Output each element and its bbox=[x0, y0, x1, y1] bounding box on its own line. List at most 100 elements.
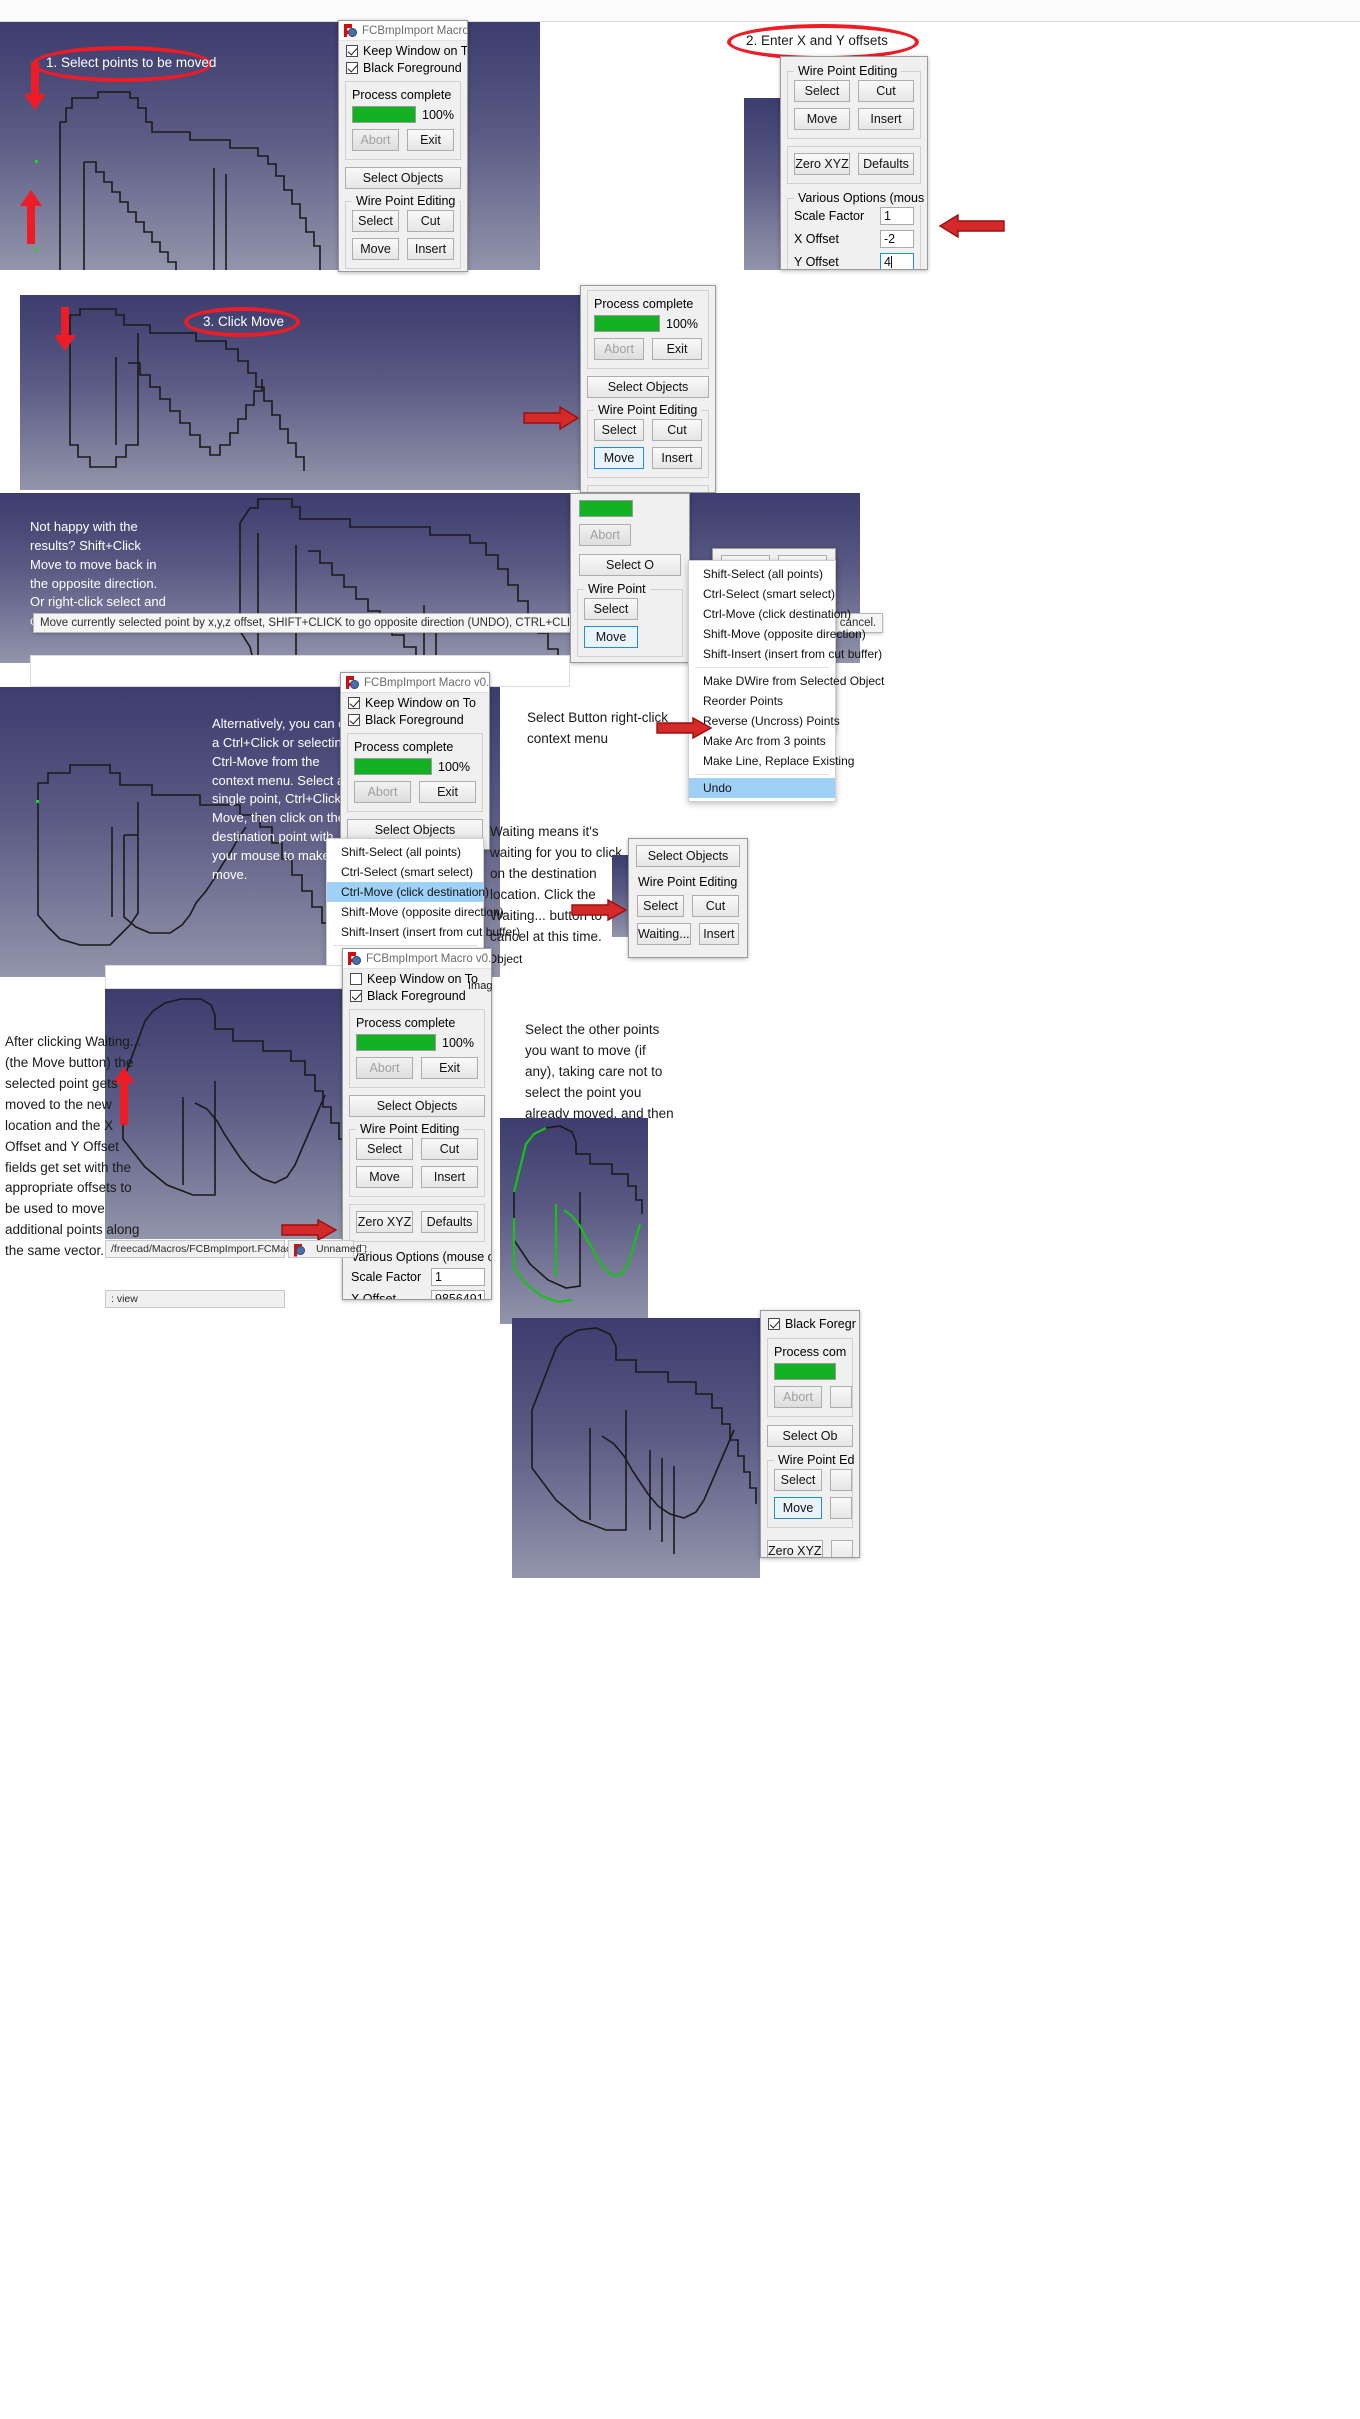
defaults-button[interactable] bbox=[830, 1540, 853, 1557]
move-button[interactable]: Move bbox=[584, 626, 638, 648]
context-menu-item[interactable]: Shift-Insert (insert from cut buffer) bbox=[327, 922, 520, 942]
viewport-step6[interactable] bbox=[105, 989, 375, 1239]
cut-button[interactable]: Cut bbox=[692, 895, 739, 917]
insert-button[interactable]: Insert bbox=[858, 108, 914, 130]
exit-button[interactable]: Exit bbox=[652, 338, 702, 360]
insert-button[interactable] bbox=[830, 1497, 852, 1519]
select-button[interactable]: Select bbox=[794, 80, 850, 102]
keep-window-on-top-checkbox[interactable]: Keep Window on To bbox=[346, 44, 467, 58]
x-offset-input[interactable]: -2 bbox=[880, 230, 914, 248]
exit-button[interactable]: Exit bbox=[421, 1057, 478, 1079]
select-button[interactable]: Select bbox=[594, 419, 644, 441]
process-status-label: Process com bbox=[774, 1345, 847, 1359]
macro-window-step3[interactable]: Process complete 100% Abort Exit Select … bbox=[580, 285, 716, 493]
insert-button[interactable]: Insert bbox=[421, 1166, 478, 1188]
zero-xyz-button[interactable]: Zero XYZ bbox=[637, 957, 693, 958]
abort-button[interactable]: Abort bbox=[354, 781, 411, 803]
select-objects-button[interactable]: Select Objects bbox=[587, 376, 709, 398]
select-button[interactable]: Select bbox=[356, 1138, 413, 1160]
context-menu-item[interactable]: Make Line, Replace Existing bbox=[689, 751, 854, 771]
viewport-step3[interactable]: 3. Click Move bbox=[20, 295, 380, 490]
black-foreground-checkbox[interactable]: Black Foreground bbox=[348, 713, 489, 727]
abort-button[interactable]: Abort bbox=[356, 1057, 413, 1079]
defaults-button[interactable]: Defaults bbox=[421, 1211, 478, 1233]
macro-window-step2[interactable]: Wire Point Editing Select Cut Move Inser… bbox=[780, 56, 928, 270]
context-menu-item[interactable]: Ctrl-Select (smart select) bbox=[689, 584, 835, 604]
x-offset-input[interactable]: 98564911 bbox=[431, 1290, 485, 1299]
y-offset-input[interactable]: 4 bbox=[880, 253, 914, 269]
window-title: FCBmpImport Macro v0.201 bbox=[362, 24, 468, 37]
cut-button[interactable]: Cut bbox=[421, 1138, 478, 1160]
select-button[interactable]: Select bbox=[774, 1469, 822, 1491]
select-button[interactable]: Select bbox=[637, 895, 684, 917]
abort-button[interactable]: Abort bbox=[579, 524, 631, 546]
waiting-button[interactable]: Waiting... bbox=[637, 923, 691, 945]
black-foreground-label: Black Foreground bbox=[367, 989, 466, 1003]
macro-window-step4[interactable]: Abort Select O Wire Point Select Move Ze… bbox=[570, 493, 690, 663]
insert-button[interactable]: Insert bbox=[652, 447, 702, 469]
context-menu-item[interactable]: Shift-Select (all points) bbox=[689, 564, 835, 584]
select-button[interactable]: Select bbox=[352, 210, 399, 232]
wire-point-editing-title: Wire Point Editing bbox=[352, 194, 460, 208]
context-menu-item[interactable]: Shift-Move (opposite direction) bbox=[689, 624, 866, 644]
select-objects-button[interactable]: Select O bbox=[579, 554, 681, 576]
move-button[interactable]: Move bbox=[774, 1497, 822, 1519]
viewport-step7[interactable] bbox=[500, 1118, 648, 1324]
exit-button[interactable]: Exit bbox=[407, 129, 454, 151]
cut-button[interactable]: Cut bbox=[858, 80, 914, 102]
keep-window-on-top-checkbox[interactable]: Keep Window on To bbox=[348, 696, 489, 710]
context-menu-item[interactable]: Ctrl-Move (click destination) bbox=[327, 882, 489, 902]
macro-window-step1[interactable]: FCBmpImport Macro v0.201 Keep Window on … bbox=[338, 20, 468, 272]
context-menu-item[interactable]: Reorder Points bbox=[689, 691, 835, 711]
black-foreground-checkbox[interactable]: Black Foreground bbox=[346, 61, 467, 75]
context-menu-item[interactable]: Make DWire from Selected Object bbox=[689, 671, 884, 691]
progress-percent-label: 100% bbox=[666, 316, 698, 331]
macro-window-step8[interactable]: Black Foregr Process com Abort Select Ob… bbox=[760, 1310, 860, 1558]
defaults-button[interactable]: Defaults bbox=[701, 957, 749, 958]
select-objects-button[interactable]: Select Objects bbox=[345, 167, 461, 189]
context-menu-item[interactable]: Shift-Select (all points) bbox=[327, 842, 483, 862]
select-button[interactable]: Select bbox=[584, 598, 638, 620]
insert-button[interactable]: Insert bbox=[407, 238, 454, 260]
macro-window-waiting[interactable]: Select Objects Wire Point Editing Select… bbox=[628, 838, 748, 958]
exit-button[interactable] bbox=[830, 1386, 852, 1408]
viewport-step8[interactable] bbox=[512, 1318, 760, 1578]
context-menu-item[interactable]: Ctrl-Select (smart select) bbox=[327, 862, 483, 882]
move-button[interactable]: Move bbox=[352, 238, 399, 260]
zero-xyz-button[interactable]: Zero XYZ bbox=[794, 153, 850, 175]
insert-button[interactable]: Insert bbox=[698, 923, 739, 945]
scale-factor-input[interactable]: 1 bbox=[880, 207, 914, 225]
scale-factor-input[interactable]: 1 bbox=[431, 1268, 485, 1286]
black-foreground-label: Black Foreground bbox=[363, 61, 462, 75]
progress-fill bbox=[353, 107, 416, 122]
select-objects-button[interactable]: Select Objects bbox=[636, 845, 740, 867]
cut-button[interactable]: Cut bbox=[407, 210, 454, 232]
context-menu-item[interactable]: Ctrl-Move (click destination) bbox=[689, 604, 851, 624]
move-button[interactable]: Move bbox=[794, 108, 850, 130]
abort-button[interactable]: Abort bbox=[352, 129, 399, 151]
context-menu-item[interactable]: Undo bbox=[689, 778, 835, 798]
wire-point-editing-group: Wire Point Editing Select Cut Move Inser… bbox=[787, 64, 921, 139]
abort-button[interactable]: Abort bbox=[774, 1386, 822, 1408]
context-menu-item[interactable]: Shift-Insert (insert from cut buffer) bbox=[689, 644, 882, 664]
exit-button[interactable]: Exit bbox=[419, 781, 476, 803]
zero-xyz-button[interactable]: Zero XYZ bbox=[356, 1211, 413, 1233]
black-foreground-checkbox[interactable]: Black Foregr bbox=[768, 1317, 859, 1331]
move-button[interactable]: Move bbox=[356, 1166, 413, 1188]
move-button[interactable]: Move bbox=[594, 447, 644, 469]
editor-status-strip[interactable]: /freecad/Macros/FCBmpImport.FCMacro.py -… bbox=[105, 1240, 367, 1258]
select-objects-button[interactable]: Select Ob bbox=[767, 1425, 853, 1447]
select-objects-button[interactable]: Select Objects bbox=[349, 1095, 485, 1117]
zero-xyz-button[interactable]: Zero XYZ bbox=[767, 1540, 823, 1557]
right-arrow-annotation bbox=[522, 405, 580, 431]
abort-button[interactable]: Abort bbox=[594, 338, 644, 360]
macro-window-step5[interactable]: FCBmpImport Macro v0.2 Keep Window on To… bbox=[340, 672, 490, 850]
keep-window-on-top-label: Keep Window on To bbox=[367, 972, 478, 986]
context-menu-item[interactable]: Shift-Move (opposite direction) bbox=[327, 902, 504, 922]
cut-button[interactable]: Cut bbox=[652, 419, 702, 441]
select-context-menu[interactable]: Shift-Select (all points) Ctrl-Select (sm… bbox=[688, 560, 884, 802]
taskbar-item-strip[interactable]: Unnamed : bbox=[288, 1240, 367, 1258]
cut-button[interactable] bbox=[830, 1469, 852, 1491]
defaults-button[interactable]: Defaults bbox=[858, 153, 914, 175]
move-insert-row: Move Insert bbox=[594, 447, 702, 469]
